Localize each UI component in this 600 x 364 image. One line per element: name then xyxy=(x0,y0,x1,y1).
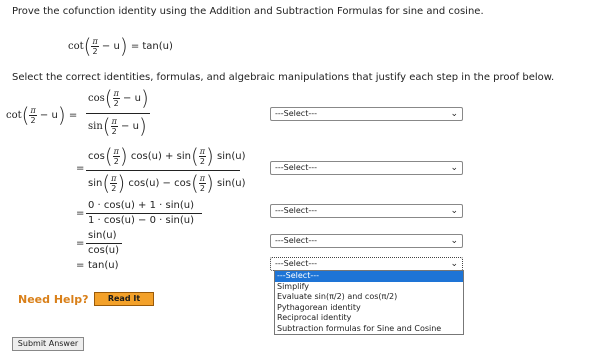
step2-denominator: sin(π 2) cos(u) − cos(π 2) sin(u) xyxy=(88,171,246,195)
dropdown-option[interactable]: Evaluate sin(π/2) and cos(π/2) xyxy=(275,292,463,303)
chevron-down-icon: ⌄ xyxy=(450,109,458,119)
step2-justification-select[interactable]: ---Select--- ⌄ xyxy=(270,161,463,175)
step2-numerator: cos(π 2) cos(u) + sin(π 2) sin(u) xyxy=(88,144,246,168)
dropdown-option[interactable]: Simplify xyxy=(275,282,463,293)
dropdown-option[interactable]: Subtraction formulas for Sine and Cosine xyxy=(275,324,463,335)
step4-fraction-bar xyxy=(86,243,122,244)
step5-expression: tan(u) xyxy=(88,260,119,271)
select-instruction: Select the correct identities, formulas,… xyxy=(12,72,555,83)
dropdown-option[interactable]: Reciprocal identity xyxy=(275,313,463,324)
step4-numerator: sin(u) xyxy=(88,230,117,241)
step4-denominator: cos(u) xyxy=(88,245,119,256)
step4-justification-select[interactable]: ---Select--- ⌄ xyxy=(270,234,463,248)
step3-denominator: 1 · cos(u) − 0 · sin(u) xyxy=(88,215,194,226)
submit-answer-button[interactable]: Submit Answer xyxy=(12,337,84,351)
justification-dropdown-list: ---Select--- Simplify Evaluate sin(π/2) … xyxy=(274,270,464,335)
step2-equals: = xyxy=(76,163,85,174)
chevron-down-icon: ⌄ xyxy=(450,163,458,173)
step1-numerator: cos(π 2 − u) xyxy=(88,86,149,110)
step3-justification-select[interactable]: ---Select--- ⌄ xyxy=(270,204,463,218)
identity-expression: cot(π 2 − u) = tan(u) xyxy=(68,34,173,58)
proof-lhs: cot(π 2 − u) = xyxy=(6,103,78,127)
dropdown-option[interactable]: ---Select--- xyxy=(275,271,463,282)
need-help-label: Need Help? xyxy=(18,293,89,306)
chevron-down-icon: ⌄ xyxy=(450,206,458,216)
problem-instruction: Prove the cofunction identity using the … xyxy=(12,6,484,17)
step3-equals: = xyxy=(76,208,85,219)
chevron-down-icon: ⌄ xyxy=(450,259,458,269)
step5-equals: = xyxy=(76,260,85,271)
step5-justification-select[interactable]: ---Select--- ⌄ xyxy=(270,257,463,271)
step1-denominator: sin(π 2 − u) xyxy=(88,114,147,138)
step1-justification-select[interactable]: ---Select--- ⌄ xyxy=(270,107,463,121)
cot-function: cot xyxy=(68,41,84,52)
step3-numerator: 0 · cos(u) + 1 · sin(u) xyxy=(88,200,194,211)
step3-fraction-bar xyxy=(86,213,202,214)
chevron-down-icon: ⌄ xyxy=(450,236,458,246)
read-it-button[interactable]: Read It xyxy=(94,292,154,306)
dropdown-option[interactable]: Pythagorean identity xyxy=(275,303,463,314)
step4-equals: = xyxy=(76,238,85,249)
